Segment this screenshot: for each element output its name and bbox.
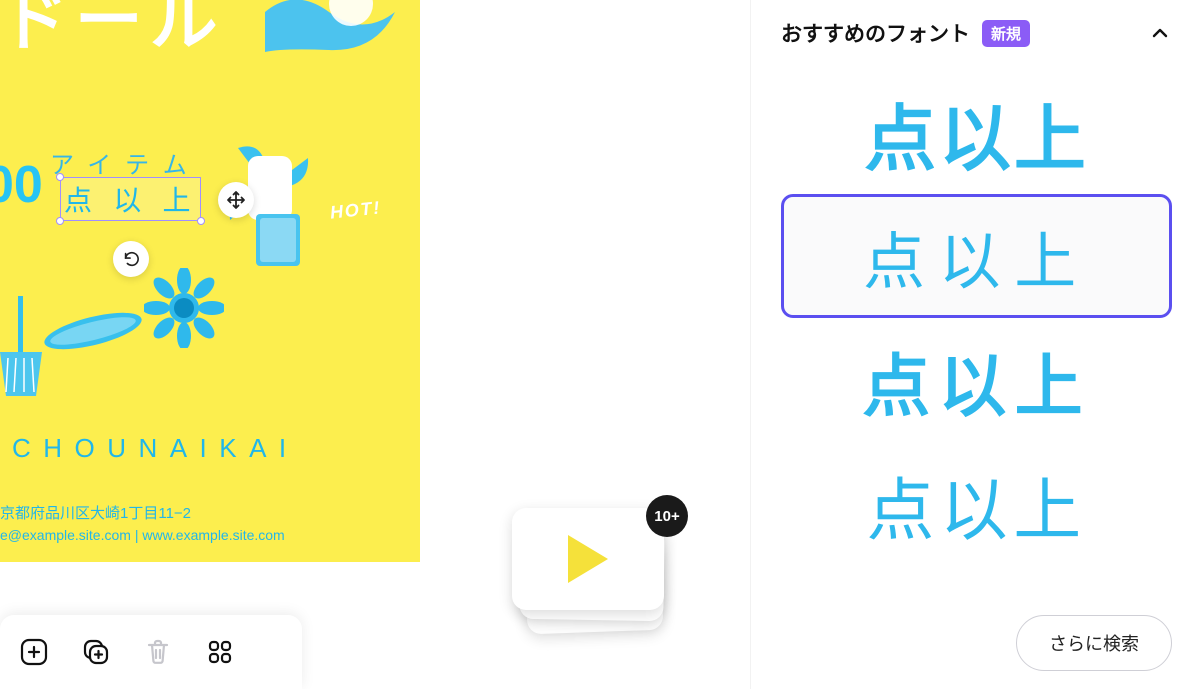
sidebar-header[interactable]: おすすめのフォント 新規 [781,18,1172,48]
resize-handle-bl[interactable] [56,217,64,225]
flyer-address[interactable]: 京都府品川区大崎1丁目11−2 [0,502,191,523]
collapse-button[interactable] [1148,21,1172,45]
copy-plus-icon [81,637,111,667]
page-count-badge: 10+ [646,495,688,537]
cucumber-decoration [38,300,148,362]
resize-handle-tl[interactable] [56,173,64,181]
grid-icon [206,638,234,666]
move-button[interactable] [218,182,254,218]
wave-decoration [255,0,403,122]
flyer-subtitle[interactable]: アイテム [50,145,201,180]
new-badge: 新規 [982,20,1030,47]
font-option-4[interactable]: 点以上 [781,442,1172,566]
undo-icon [122,250,140,268]
sunflower-decoration [144,268,224,348]
flyer-contact[interactable]: e@example.site.com | www.example.site.co… [0,527,285,543]
font-option-2[interactable]: 点以上 [781,194,1172,318]
chevron-up-icon [1151,24,1169,42]
canvas-area: ドール 00 アイテム HOT! CHOUNAIKAI 京都府品川区大崎1丁目1… [0,0,720,689]
hot-label: HOT! [329,197,382,223]
plus-square-icon [19,637,49,667]
duplicate-button[interactable] [74,630,118,674]
font-sample: 点以上 [862,331,1090,430]
add-page-button[interactable] [12,630,56,674]
font-sample: 点以上 [864,80,1089,185]
font-sample: 点以上 [863,211,1090,301]
search-more-button[interactable]: さらに検索 [1016,615,1172,671]
font-list: 点以上 点以上 点以上 点以上 [781,70,1172,566]
trash-icon [144,638,172,666]
flyer-title[interactable]: ドール [0,0,224,64]
stacked-card-front[interactable] [512,508,664,610]
flyer-big-number[interactable]: 00 [0,155,43,215]
play-icon [568,535,608,583]
selected-text-content[interactable]: 点 以 上 [64,185,197,216]
flyer-brand[interactable]: CHOUNAIKAI [12,433,299,464]
delete-button[interactable] [136,630,180,674]
flyer-design[interactable]: ドール 00 アイテム HOT! CHOUNAIKAI 京都府品川区大崎1丁目1… [0,0,420,562]
sidebar-title: おすすめのフォント [781,18,970,48]
font-sample: 点以上 [866,455,1086,554]
book-decoration [250,208,310,272]
selected-text-element[interactable]: 点 以 上 [60,177,201,221]
grid-view-button[interactable] [198,630,242,674]
bottom-toolbar [0,615,302,689]
font-option-3[interactable]: 点以上 [781,318,1172,442]
font-option-1[interactable]: 点以上 [781,70,1172,194]
broom-decoration [0,296,46,400]
font-sidebar: おすすめのフォント 新規 点以上 点以上 点以上 点以上 さらに検索 [750,0,1200,689]
page-stack[interactable]: 731 10+ [508,500,676,632]
undo-button[interactable] [113,241,149,277]
move-icon [226,190,246,210]
